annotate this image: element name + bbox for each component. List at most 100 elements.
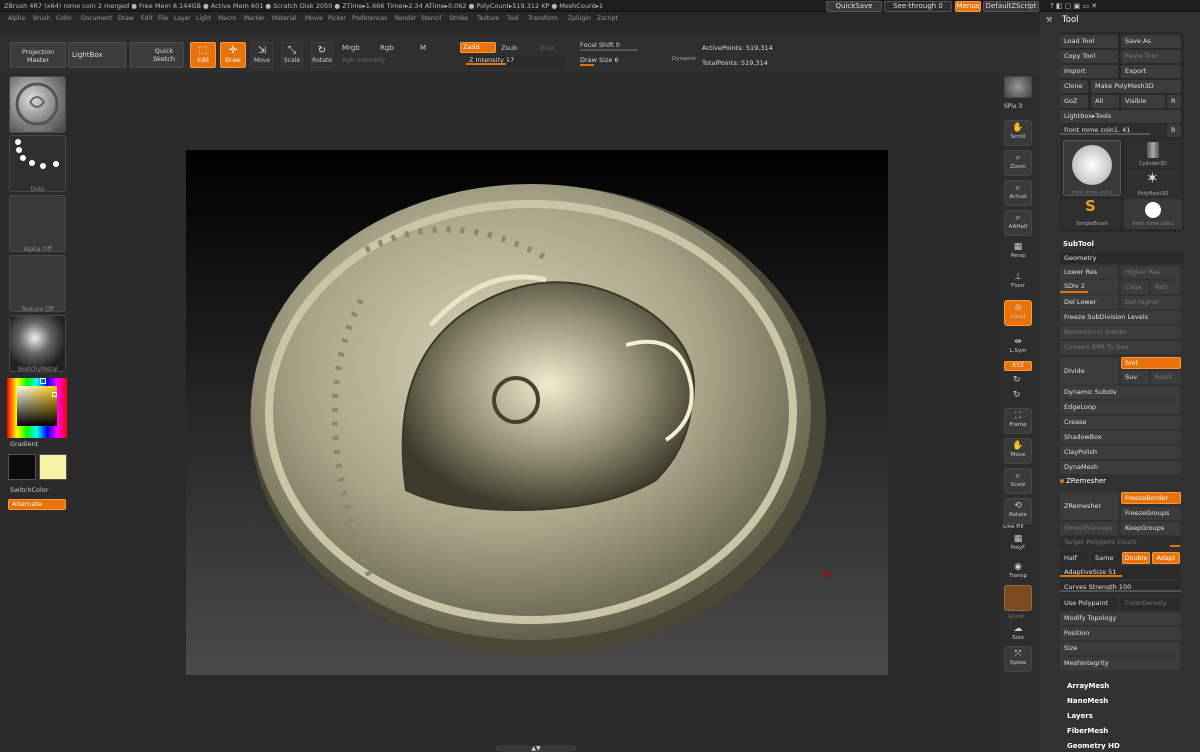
scale-button[interactable]: ⤡ Scale: [281, 42, 303, 68]
switch-color-button[interactable]: SwitchColor: [10, 486, 48, 494]
tool-thumb-coin[interactable]: front rome coin1: [1063, 140, 1121, 196]
use-polypaint-button[interactable]: Use Polypaint: [1060, 597, 1118, 610]
position-section[interactable]: Position: [1060, 627, 1181, 640]
load-tool-button[interactable]: Load Tool: [1060, 35, 1118, 48]
del-lower-button[interactable]: Del Lower: [1060, 296, 1118, 309]
menu-stencil[interactable]: Stencil: [421, 15, 441, 22]
geometry-section[interactable]: Geometry: [1060, 253, 1184, 264]
target-polygons-slider[interactable]: Target Polygons Count: [1060, 536, 1181, 549]
subtool-section[interactable]: SubTool: [1063, 240, 1094, 248]
rotate-button[interactable]: ↻ Rotate: [311, 42, 333, 68]
menu-layer[interactable]: Layer: [174, 15, 191, 22]
fibermesh-section[interactable]: FiberMesh: [1067, 727, 1108, 735]
freeze-subdiv-button[interactable]: Freeze SubDivision Levels: [1060, 311, 1181, 324]
persp-button[interactable]: ▦ Persp: [1004, 240, 1032, 266]
copy-tool-button[interactable]: Copy Tool: [1060, 50, 1118, 63]
reuv-button[interactable]: ReUV: [1151, 371, 1181, 384]
edit-button[interactable]: ⬚ Edit: [190, 42, 216, 68]
rgb-button[interactable]: Rgb: [380, 44, 394, 52]
rotate-y-icon[interactable]: ↻: [1013, 375, 1021, 385]
clone-button[interactable]: Clone: [1060, 80, 1088, 93]
menu-marker[interactable]: Marker: [244, 15, 265, 22]
material-sphere-button[interactable]: [1004, 76, 1032, 98]
z-intensity-slider[interactable]: Z Intensity 17: [466, 56, 566, 67]
lightbox-button[interactable]: LightBox: [68, 42, 126, 68]
color-picker[interactable]: [7, 378, 67, 438]
higher-res-button[interactable]: Higher Res: [1121, 266, 1181, 279]
xpose-button[interactable]: ⤧ Xpose: [1004, 646, 1032, 672]
convert-bpr-button[interactable]: Convert BPR To Geo: [1060, 341, 1181, 354]
paste-tool-button[interactable]: Paste Tool: [1121, 50, 1181, 63]
menu-edit[interactable]: Edit: [141, 15, 153, 22]
see-through-slider[interactable]: See-through 0: [884, 1, 952, 12]
menu-picker[interactable]: Picker: [328, 15, 346, 22]
default-zscript-button[interactable]: DefaultZScript: [983, 1, 1039, 12]
arraymesh-section[interactable]: ArrayMesh: [1067, 682, 1109, 690]
edgeloop-section[interactable]: EdgeLoop: [1060, 401, 1181, 414]
current-tool-slider[interactable]: front rome coin1. 41: [1060, 124, 1164, 137]
menu-color[interactable]: Color: [56, 15, 72, 22]
dynamesh-section[interactable]: DynaMesh: [1060, 461, 1181, 474]
scale-view-button[interactable]: ⌕ Scale: [1004, 468, 1032, 494]
menu-macro[interactable]: Macro: [218, 15, 236, 22]
sat-marker[interactable]: [52, 392, 57, 397]
mrgb-button[interactable]: Mrgb: [342, 44, 360, 52]
smt-button[interactable]: Smt: [1121, 357, 1181, 369]
hue-marker[interactable]: [40, 378, 46, 384]
nanomesh-section[interactable]: NanoMesh: [1067, 697, 1108, 705]
zremesher-section[interactable]: ZRemesher: [1066, 477, 1106, 485]
del-higher-button[interactable]: Del Higher: [1121, 296, 1181, 309]
draw-size-slider[interactable]: Draw Size 6: [580, 56, 660, 68]
move-view-button[interactable]: ✋ Move: [1004, 438, 1032, 464]
zsub-button[interactable]: Zsub: [501, 44, 517, 52]
quick-sketch-button[interactable]: Quick Sketch: [130, 42, 184, 68]
goz-button[interactable]: GoZ: [1060, 95, 1088, 108]
claypolish-section[interactable]: ClayPolish: [1060, 446, 1181, 459]
zoom-button[interactable]: ⌕ Zoom: [1004, 150, 1032, 176]
ghost-button[interactable]: [1004, 585, 1032, 611]
menu-render[interactable]: Render: [395, 15, 416, 22]
lower-res-button[interactable]: Lower Res: [1060, 266, 1118, 279]
reconstruct-subdiv-button[interactable]: Reconstruct Subdiv: [1060, 326, 1181, 339]
transp-button[interactable]: ◉ Transp: [1004, 560, 1032, 586]
local-button[interactable]: ⊛ Local: [1004, 300, 1032, 326]
menu-alpha[interactable]: Alpha: [8, 15, 25, 22]
menu-zscript[interactable]: Zscript: [597, 15, 618, 22]
document-canvas[interactable]: [186, 150, 888, 675]
menu-draw[interactable]: Draw: [118, 15, 134, 22]
alternate-button[interactable]: Alternate: [8, 499, 66, 510]
menu-light[interactable]: Light: [196, 15, 211, 22]
freeze-groups-button[interactable]: FreezeGroups: [1121, 507, 1181, 520]
menu-zplugin[interactable]: Zplugin: [568, 15, 591, 22]
geometry-hd-section[interactable]: Geometry HD: [1067, 742, 1120, 750]
tool-thumb-simplebrush[interactable]: S SimpleBrush: [1063, 197, 1121, 229]
brush-thumbnail[interactable]: [9, 76, 66, 133]
suv-button[interactable]: Suv: [1121, 371, 1149, 384]
zcut-button[interactable]: Zcut: [540, 44, 555, 52]
keep-groups-button[interactable]: KeepGroups: [1121, 522, 1181, 535]
shadowbox-section[interactable]: ShadowBox: [1060, 431, 1181, 444]
lsym-button[interactable]: ⇹ L.Sym: [1004, 335, 1032, 361]
menu-movie[interactable]: Movie: [305, 15, 323, 22]
polyf-button[interactable]: ▦ PolyF: [1004, 532, 1032, 558]
menus-button[interactable]: Menus: [955, 1, 981, 12]
menu-preferences[interactable]: Preferences: [352, 15, 387, 22]
color-square[interactable]: [17, 386, 57, 426]
rotate-z-icon[interactable]: ↻: [1013, 390, 1021, 400]
divide-button[interactable]: Divide: [1060, 357, 1118, 385]
menu-tool[interactable]: Tool: [507, 15, 519, 22]
main-color-swatch[interactable]: [8, 454, 36, 480]
floor-button[interactable]: ⊥ Floor: [1004, 270, 1032, 296]
tool-thumb-cylinder[interactable]: Cylinder3D: [1124, 140, 1182, 168]
color-density-slider[interactable]: ColorDensity: [1121, 597, 1181, 610]
adapt-button[interactable]: Adapt: [1152, 552, 1180, 564]
material-thumbnail[interactable]: [9, 315, 66, 372]
crease-section[interactable]: Crease: [1060, 416, 1181, 429]
sdiv-slider[interactable]: SDiv 2: [1060, 280, 1118, 295]
freeze-border-button[interactable]: FreezeBorder: [1121, 492, 1181, 504]
double-button[interactable]: Double: [1122, 552, 1150, 564]
dynamic-button[interactable]: Dynamic: [672, 56, 696, 62]
m-button[interactable]: M: [420, 44, 426, 52]
panel-pin-icon[interactable]: ⚒: [1046, 16, 1052, 24]
projection-master-button[interactable]: Projection Master: [10, 42, 66, 68]
